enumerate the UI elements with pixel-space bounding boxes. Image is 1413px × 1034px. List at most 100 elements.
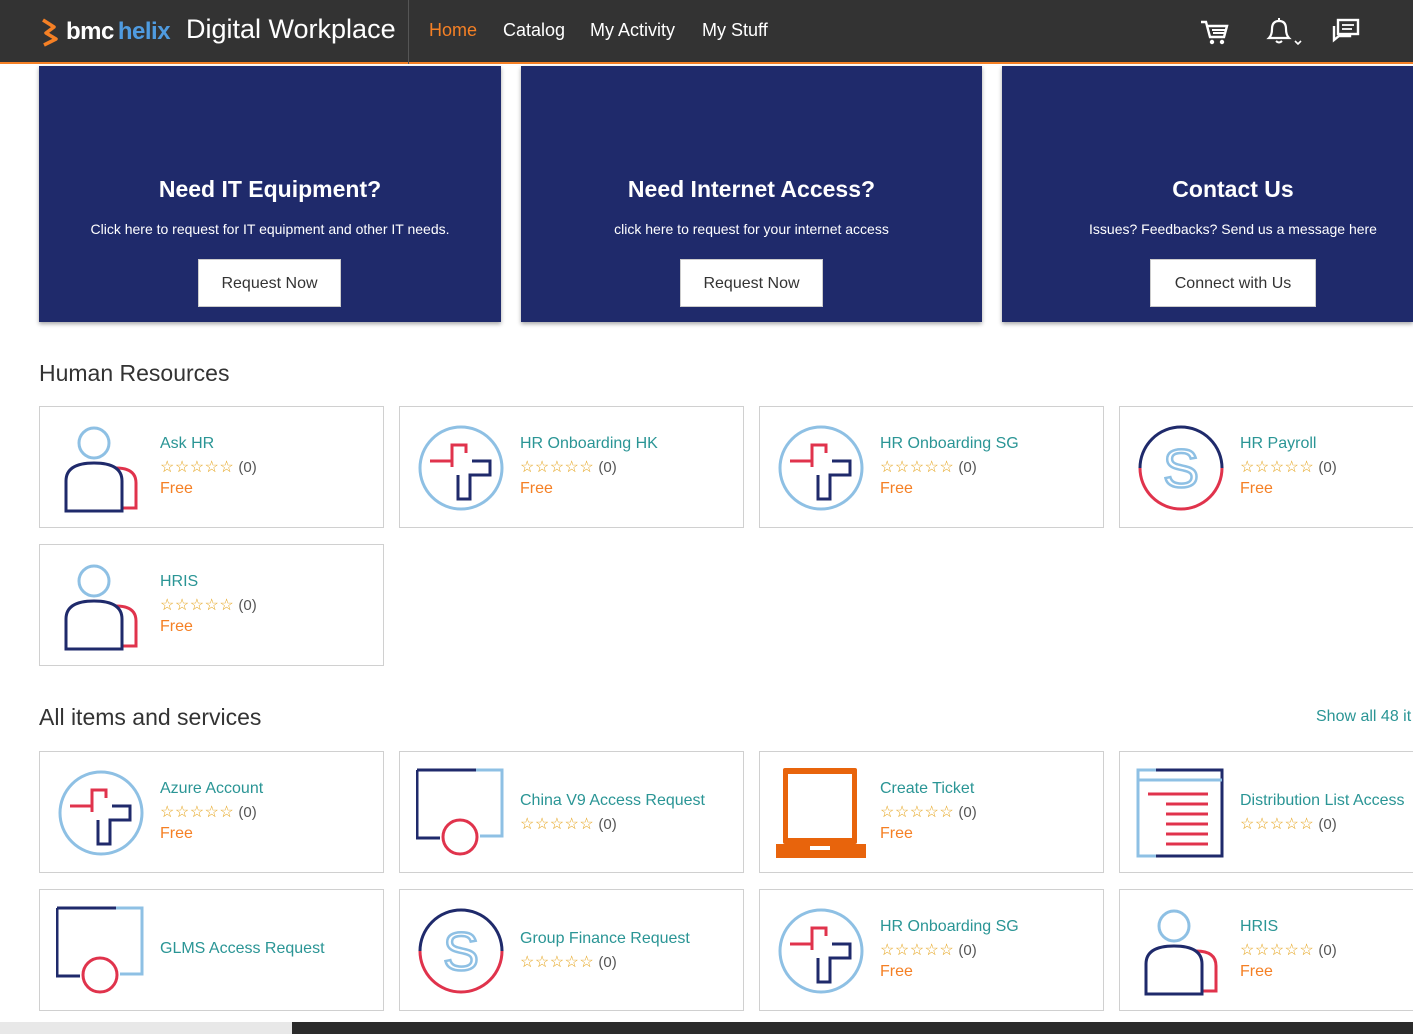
item-price: Free bbox=[1240, 480, 1273, 497]
nav-home[interactable]: Home bbox=[429, 20, 477, 41]
item-name[interactable]: Group Finance Request bbox=[520, 930, 690, 948]
bell-icon[interactable] bbox=[1264, 16, 1308, 55]
item-name[interactable]: HR Payroll bbox=[1240, 435, 1316, 453]
promo-title: Need IT Equipment? bbox=[158, 176, 382, 202]
catalog-card-create-ticket[interactable]: Create Ticket ☆☆☆☆☆ (0) Free bbox=[759, 751, 1104, 873]
rating-count: (0) bbox=[238, 597, 257, 614]
item-rating: ☆☆☆☆☆ (0) bbox=[880, 802, 977, 822]
rating-count: (0) bbox=[598, 816, 617, 833]
rating-count: (0) bbox=[238, 804, 257, 821]
bmc-helix-logo[interactable]: bmc helix bbox=[40, 16, 171, 48]
item-price: Free bbox=[880, 963, 913, 980]
rating-stars: ☆☆☆☆☆ bbox=[520, 459, 595, 476]
app-title: Digital Workplace bbox=[186, 14, 396, 44]
cart-icon[interactable] bbox=[1199, 16, 1231, 53]
catalog-card-ask-hr[interactable]: Ask HR ☆☆☆☆☆ (0) Free bbox=[39, 406, 384, 528]
catalog-card-group-finance[interactable]: S Group Finance Request ☆☆☆☆☆ (0) bbox=[399, 889, 744, 1011]
s-circle-icon: S bbox=[1136, 423, 1226, 513]
item-rating: ☆☆☆☆☆ (0) bbox=[160, 595, 257, 615]
catalog-card-azure-account[interactable]: Azure Account ☆☆☆☆☆ (0) Free bbox=[39, 751, 384, 873]
catalog-card-hr-onboarding-sg[interactable]: HR Onboarding SG ☆☆☆☆☆ (0) Free bbox=[759, 406, 1104, 528]
item-name[interactable]: HRIS bbox=[1240, 918, 1278, 936]
rating-count: (0) bbox=[1318, 459, 1337, 476]
person-icon bbox=[1136, 906, 1226, 996]
window-circle-icon bbox=[415, 768, 506, 858]
catalog-card-china-v9[interactable]: China V9 Access Request ☆☆☆☆☆ (0) bbox=[399, 751, 744, 873]
rating-stars: ☆☆☆☆☆ bbox=[520, 816, 595, 833]
rating-stars: ☆☆☆☆☆ bbox=[160, 597, 235, 614]
item-name[interactable]: Azure Account bbox=[160, 780, 263, 798]
plus-circle-icon bbox=[56, 768, 146, 858]
item-rating: ☆☆☆☆☆ (0) bbox=[880, 940, 977, 960]
item-price: Free bbox=[520, 480, 553, 497]
promo-text: click here to request for your internet … bbox=[614, 221, 889, 237]
item-price: Free bbox=[880, 480, 913, 497]
item-name[interactable]: China V9 Access Request bbox=[520, 792, 705, 810]
item-rating: ☆☆☆☆☆ (0) bbox=[1240, 457, 1337, 477]
rating-count: (0) bbox=[958, 804, 977, 821]
connect-with-us-button[interactable]: Connect with Us bbox=[1150, 259, 1316, 307]
top-navigation-bar: bmc helix Digital Workplace Home Catalog… bbox=[0, 0, 1413, 64]
document-list-icon bbox=[1136, 768, 1226, 858]
catalog-card-hr-payroll[interactable]: S HR Payroll ☆☆☆☆☆ (0) Free bbox=[1119, 406, 1413, 528]
item-price: Free bbox=[160, 618, 193, 635]
item-rating: ☆☆☆☆☆ (0) bbox=[1240, 940, 1337, 960]
chat-icon[interactable] bbox=[1330, 16, 1362, 53]
catalog-card-hr-onboarding-hk[interactable]: HR Onboarding HK ☆☆☆☆☆ (0) Free bbox=[399, 406, 744, 528]
promo-title: Contact Us bbox=[1172, 176, 1294, 202]
catalog-card-hris[interactable]: HRIS ☆☆☆☆☆ (0) Free bbox=[39, 544, 384, 666]
promo-title: Need Internet Access? bbox=[627, 176, 876, 202]
person-icon bbox=[56, 561, 146, 651]
request-now-button[interactable]: Request Now bbox=[680, 259, 823, 307]
item-name[interactable]: HRIS bbox=[160, 573, 198, 591]
s-circle-icon: S bbox=[416, 906, 506, 996]
nav-my-activity[interactable]: My Activity bbox=[590, 20, 675, 41]
item-rating: ☆☆☆☆☆ (0) bbox=[160, 457, 257, 477]
svg-text:S: S bbox=[443, 922, 479, 982]
logo-text-helix: helix bbox=[117, 18, 171, 45]
person-icon bbox=[56, 423, 146, 513]
item-name[interactable]: HR Onboarding SG bbox=[880, 435, 1019, 453]
rating-stars: ☆☆☆☆☆ bbox=[880, 804, 955, 821]
rating-stars: ☆☆☆☆☆ bbox=[1240, 816, 1315, 833]
item-name[interactable]: Distribution List Access bbox=[1240, 792, 1405, 810]
item-name[interactable]: HR Onboarding HK bbox=[520, 435, 658, 453]
window-circle-icon bbox=[55, 906, 146, 996]
item-rating: ☆☆☆☆☆ (0) bbox=[880, 457, 977, 477]
promo-text: Issues? Feedbacks? Send us a message her… bbox=[1089, 221, 1377, 237]
plus-circle-icon bbox=[416, 423, 506, 513]
catalog-card-hris-2[interactable]: HRIS ☆☆☆☆☆ (0) Free bbox=[1119, 889, 1413, 1011]
item-name[interactable]: Create Ticket bbox=[880, 780, 974, 798]
item-price: Free bbox=[160, 825, 193, 842]
bmc-logo-icon bbox=[42, 18, 58, 47]
laptop-icon bbox=[776, 768, 866, 858]
promo-internet-access: Need Internet Access? click here to requ… bbox=[521, 66, 982, 322]
catalog-card-hr-onboarding-sg-2[interactable]: HR Onboarding SG ☆☆☆☆☆ (0) Free bbox=[759, 889, 1104, 1011]
rating-count: (0) bbox=[1318, 816, 1337, 833]
item-name[interactable]: GLMS Access Request bbox=[160, 940, 325, 958]
promo-text: Click here to request for IT equipment a… bbox=[90, 221, 450, 237]
item-name[interactable]: Ask HR bbox=[160, 435, 214, 453]
rating-stars: ☆☆☆☆☆ bbox=[160, 804, 235, 821]
item-rating: ☆☆☆☆☆ (0) bbox=[160, 802, 257, 822]
catalog-card-distribution-list[interactable]: Distribution List Access ☆☆☆☆☆ (0) bbox=[1119, 751, 1413, 873]
rating-stars: ☆☆☆☆☆ bbox=[880, 942, 955, 959]
show-all-link[interactable]: Show all 48 it bbox=[1316, 708, 1411, 726]
promo-it-equipment: Need IT Equipment? Click here to request… bbox=[39, 66, 501, 322]
item-price: Free bbox=[160, 480, 193, 497]
promo-contact-us: Contact Us Issues? Feedbacks? Send us a … bbox=[1002, 66, 1413, 322]
taskbar-dark-region bbox=[292, 1022, 1413, 1034]
item-price: Free bbox=[880, 825, 913, 842]
request-now-button[interactable]: Request Now bbox=[198, 259, 341, 307]
item-rating: ☆☆☆☆☆ (0) bbox=[520, 952, 617, 972]
nav-my-stuff[interactable]: My Stuff bbox=[702, 20, 768, 41]
rating-stars: ☆☆☆☆☆ bbox=[520, 954, 595, 971]
plus-circle-icon bbox=[776, 423, 866, 513]
rating-count: (0) bbox=[958, 942, 977, 959]
item-name[interactable]: HR Onboarding SG bbox=[880, 918, 1019, 936]
item-rating: ☆☆☆☆☆ (0) bbox=[520, 814, 617, 834]
catalog-card-glms-access[interactable]: GLMS Access Request bbox=[39, 889, 384, 1011]
section-title-human-resources: Human Resources bbox=[39, 360, 230, 386]
nav-catalog[interactable]: Catalog bbox=[503, 20, 565, 41]
rating-stars: ☆☆☆☆☆ bbox=[160, 459, 235, 476]
